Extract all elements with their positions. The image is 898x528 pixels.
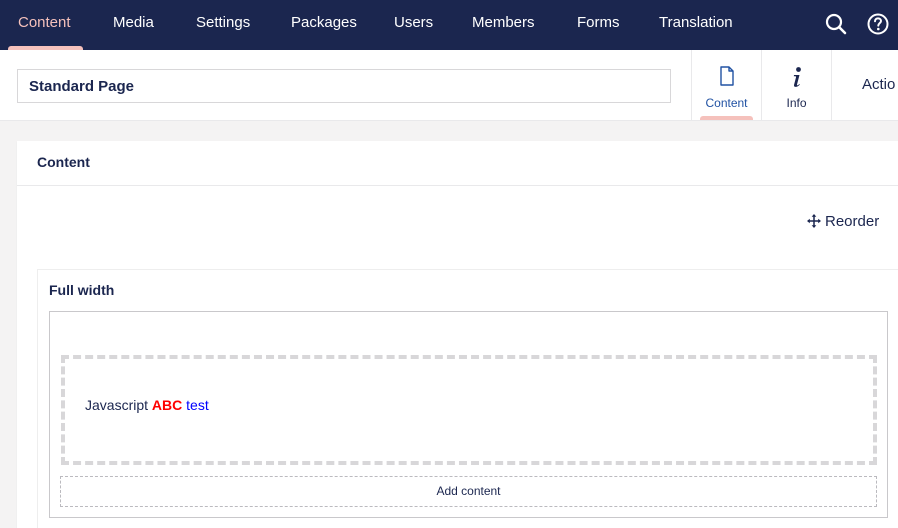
nav-item-forms[interactable]: Forms: [577, 0, 620, 50]
node-name-input[interactable]: [17, 69, 671, 103]
document-icon: [692, 66, 761, 88]
nav-item-translation[interactable]: Translation: [659, 0, 733, 50]
nav-item-settings[interactable]: Settings: [196, 0, 250, 50]
nav-item-content[interactable]: Content: [18, 0, 71, 50]
editor-header: Content Info Actio: [0, 50, 898, 121]
search-icon[interactable]: [824, 12, 848, 36]
add-content-button[interactable]: Add content: [60, 476, 877, 507]
control-text-test: test: [186, 397, 209, 413]
help-icon[interactable]: [866, 12, 890, 36]
reorder-label: Reorder: [825, 213, 880, 230]
move-icon: [807, 214, 821, 228]
app-tab-info[interactable]: Info: [761, 50, 831, 120]
reorder-button[interactable]: Reorder: [807, 213, 879, 230]
info-icon: [762, 66, 831, 88]
actions-menu[interactable]: Actio: [831, 50, 898, 120]
content-panel: Content Reorder Full width Javascript AB…: [17, 141, 898, 528]
grid-row-full-width: Full width Javascript ABC test Add conte…: [37, 269, 898, 528]
content-panel-title: Content: [37, 154, 90, 170]
actions-label: Actio: [862, 76, 896, 93]
grid-control[interactable]: Javascript ABC test: [61, 355, 877, 465]
control-content: Javascript ABC test: [85, 397, 209, 413]
nav-item-users[interactable]: Users: [394, 0, 433, 50]
grid-cell: Javascript ABC test Add content: [49, 311, 888, 518]
control-text-abc: ABC: [151, 397, 183, 413]
top-navigation: Content Media Settings Packages Users Me…: [0, 0, 898, 50]
content-panel-header: Content: [17, 141, 898, 186]
nav-item-media[interactable]: Media: [113, 0, 154, 50]
app-tab-info-label: Info: [786, 96, 807, 110]
app-tab-active-indicator: [700, 116, 753, 120]
control-text-javascript: Javascript: [85, 397, 149, 413]
row-title: Full width: [49, 282, 115, 298]
app-tab-content-label: Content: [705, 96, 748, 110]
nav-item-members[interactable]: Members: [472, 0, 535, 50]
nav-item-packages[interactable]: Packages: [291, 0, 357, 50]
app-tab-content[interactable]: Content: [691, 50, 761, 120]
